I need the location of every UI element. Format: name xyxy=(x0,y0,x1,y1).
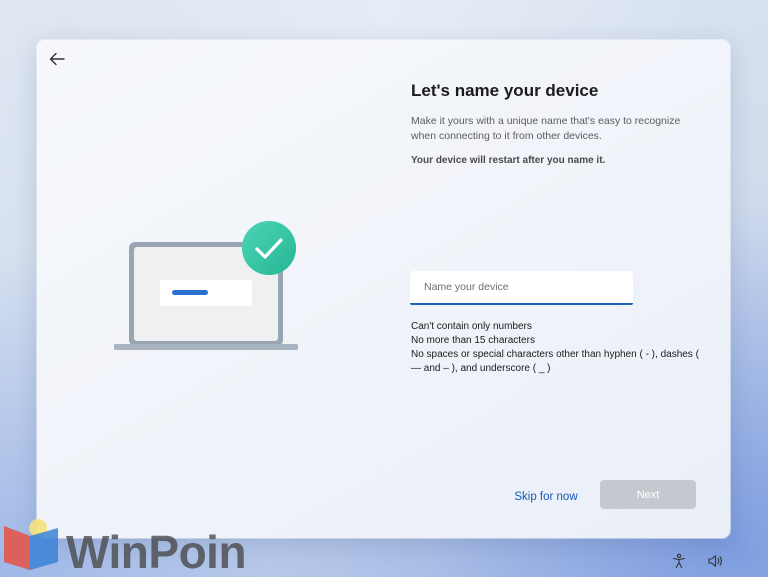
name-rule: No more than 15 characters xyxy=(411,335,535,346)
back-arrow-icon xyxy=(49,52,65,66)
back-button[interactable] xyxy=(45,48,69,70)
name-rules-list: Can't contain only numbers No more than … xyxy=(411,320,711,376)
name-rule: Can't contain only numbers xyxy=(411,321,532,332)
volume-button[interactable] xyxy=(706,552,724,570)
next-button[interactable]: Next xyxy=(600,480,696,509)
name-rule: No spaces or special characters other th… xyxy=(411,349,699,374)
volume-icon xyxy=(707,555,722,567)
restart-note: Your device will restart after you name … xyxy=(411,155,606,166)
setup-window: Let's name your device Make it yours wit… xyxy=(37,40,730,538)
laptop-check-illustration xyxy=(114,221,298,350)
watermark-text: WinPoin xyxy=(66,526,247,577)
device-name-input[interactable] xyxy=(410,271,633,305)
accessibility-button[interactable] xyxy=(670,552,688,570)
page-title: Let's name your device xyxy=(411,81,599,100)
page-subtitle: Make it yours with a unique name that's … xyxy=(411,115,681,142)
accessibility-icon xyxy=(672,553,686,569)
skip-for-now-link[interactable]: Skip for now xyxy=(507,486,585,508)
